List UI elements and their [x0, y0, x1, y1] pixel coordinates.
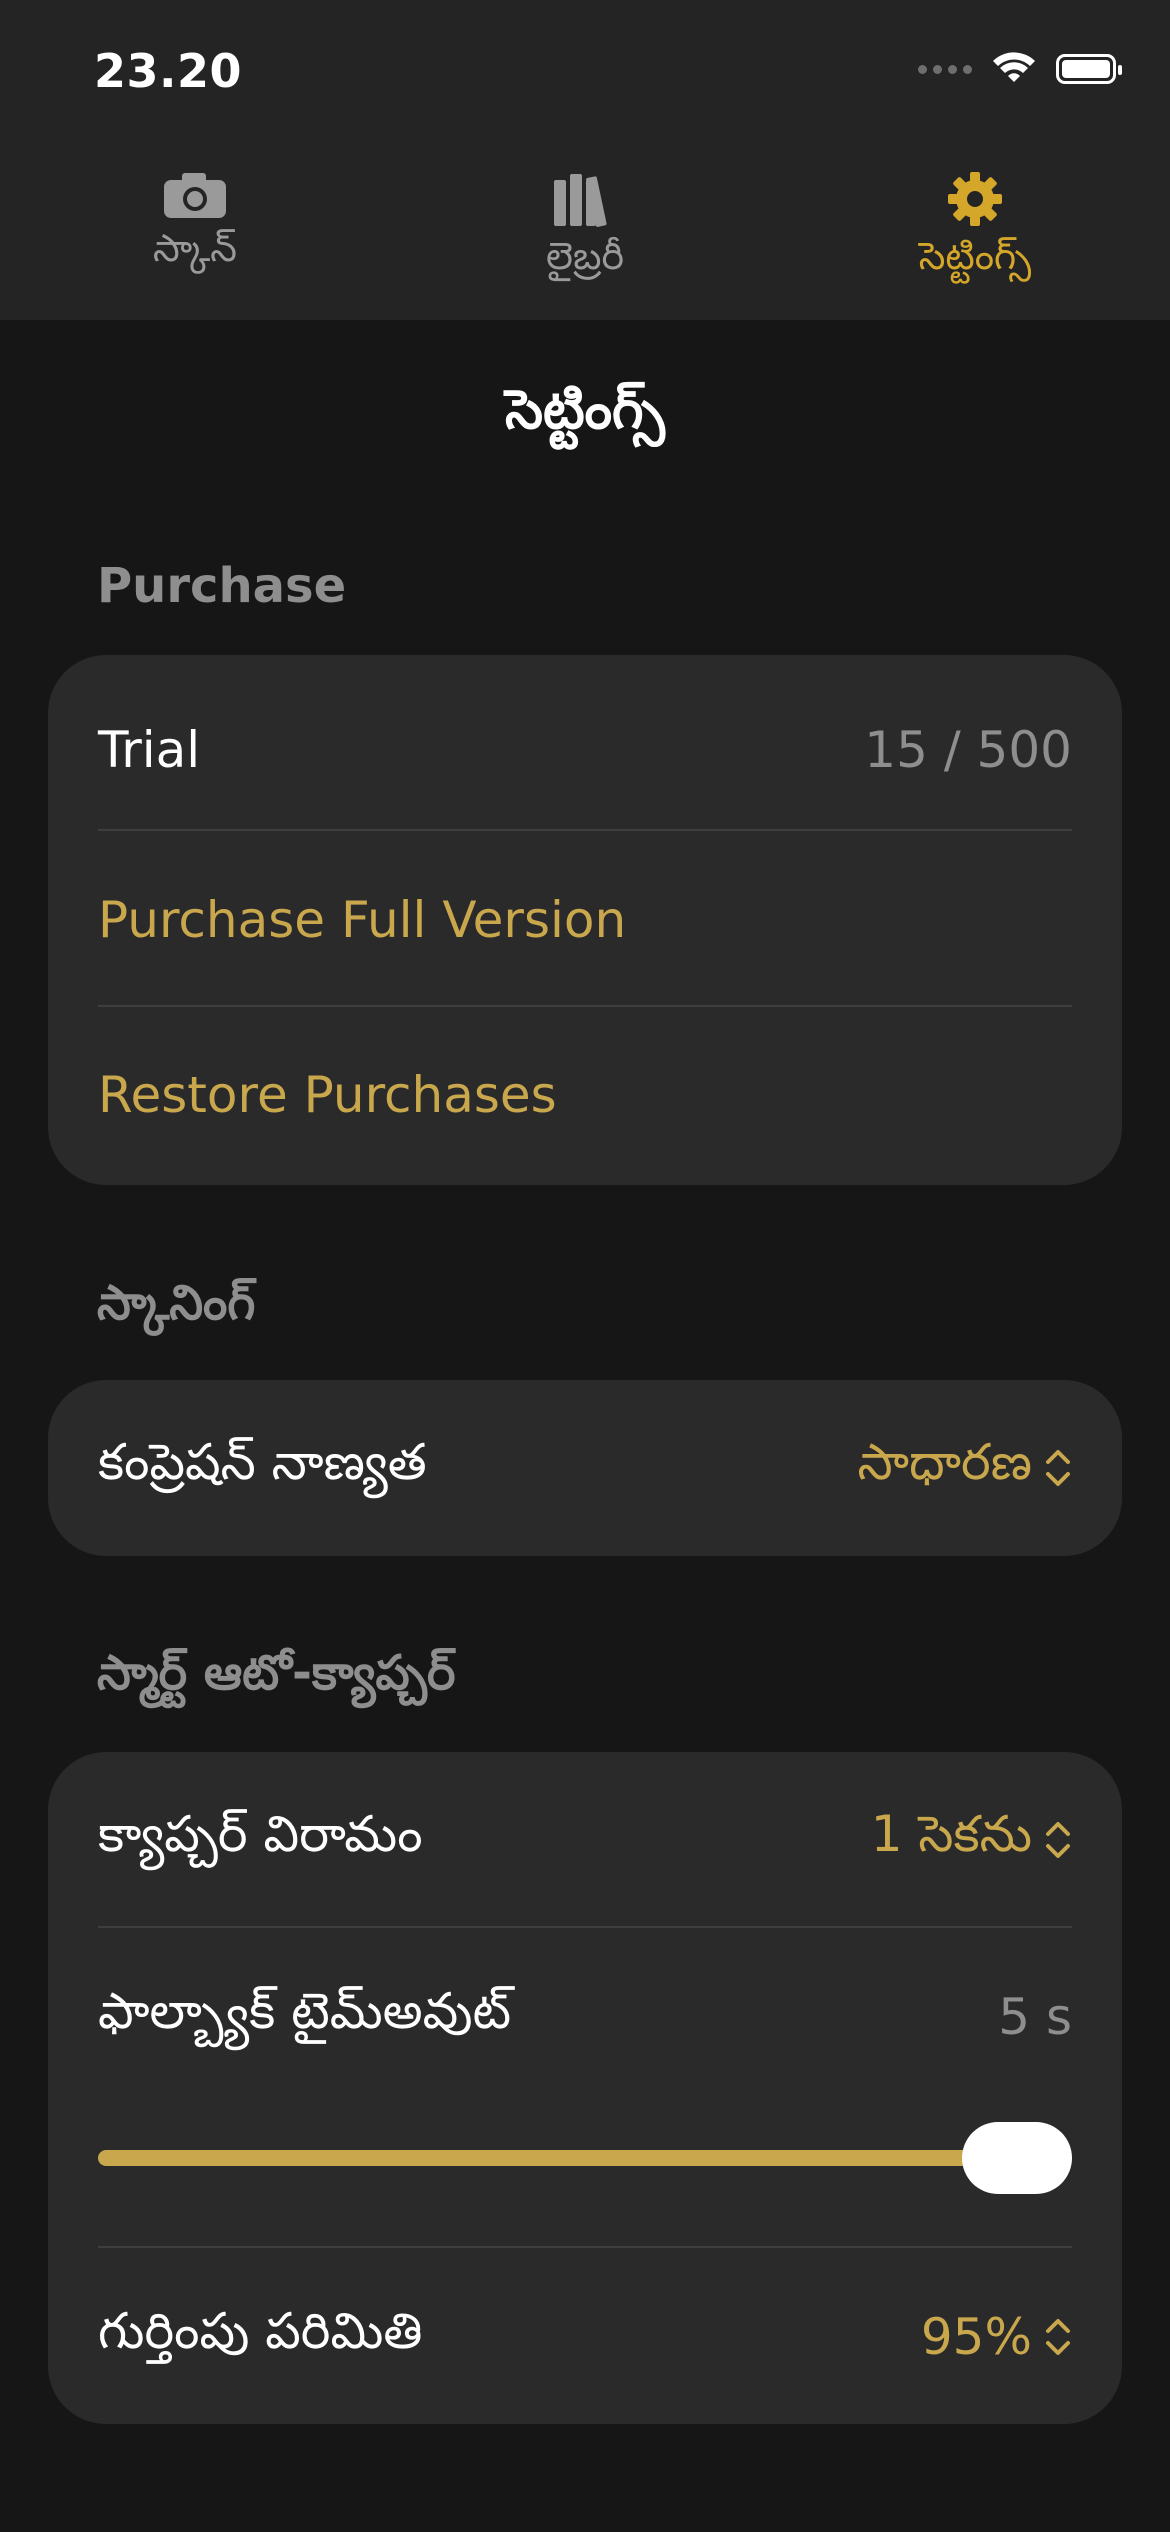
library-icon — [554, 174, 607, 227]
signal-dots-icon — [918, 64, 972, 74]
restore-purchases-label: Restore Purchases — [98, 1066, 557, 1124]
fallback-timeout-slider-thumb[interactable] — [962, 2122, 1072, 2194]
purchase-card: Trial 15 / 500 Purchase Full Version Res… — [48, 655, 1122, 1185]
chevron-up-down-icon — [1046, 2319, 1070, 2355]
purchase-full-version-label: Purchase Full Version — [98, 891, 627, 949]
chevron-up-down-icon — [1046, 1822, 1070, 1858]
tab-scan[interactable]: స్కాన్ — [65, 160, 325, 300]
divider — [98, 1005, 1072, 1007]
auto-capture-section-header: స్మార్ట్ ఆటో-క్యాప్చర్ — [97, 1645, 456, 1701]
compression-quality-label: కంప్రెషన్ నాణ్యత — [98, 1432, 427, 1491]
tab-library-label: లైబ్రరీ — [546, 234, 624, 278]
capture-interval-row[interactable]: క్యాప్చర్ విరామం 1 సెకను — [98, 1795, 1072, 1885]
tab-scan-label: స్కాన్ — [153, 226, 237, 270]
divider — [98, 1926, 1072, 1928]
status-time: 23.20 — [94, 44, 243, 98]
capture-interval-value: 1 సెకను — [870, 1804, 1032, 1863]
trial-row: Trial 15 / 500 — [98, 705, 1072, 795]
fallback-timeout-value: 5 s — [998, 1988, 1072, 2046]
gear-icon — [948, 172, 1002, 226]
compression-quality-picker[interactable]: సాధారణ — [858, 1433, 1073, 1504]
scanning-section-header: స్కానింగ్ — [97, 1275, 256, 1331]
battery-icon — [1056, 54, 1122, 84]
fallback-timeout-row: ఫాల్బ్యాక్ టైమ్‌అవుట్ 5 s — [98, 1972, 1072, 2062]
divider — [98, 2246, 1072, 2248]
trial-label: Trial — [98, 721, 201, 779]
detection-threshold-label: గుర్తింపు పరిమితి — [98, 2301, 423, 2360]
detection-threshold-picker[interactable]: 95% — [921, 2308, 1072, 2366]
fallback-timeout-label: ఫాల్బ్యాక్ టైమ్‌అవుట్ — [98, 1981, 512, 2040]
fallback-timeout-slider-track[interactable] — [98, 2150, 1018, 2166]
wifi-icon — [993, 52, 1035, 82]
auto-capture-card: క్యాప్చర్ విరామం 1 సెకను ఫాల్బ్యాక్ టైమ్… — [48, 1752, 1122, 2424]
purchase-section-header: Purchase — [97, 558, 347, 614]
purchase-full-version-button[interactable]: Purchase Full Version — [98, 875, 1072, 965]
trial-value: 15 / 500 — [864, 721, 1072, 779]
tab-settings[interactable]: సెట్టింగ్స్ — [845, 160, 1105, 300]
restore-purchases-button[interactable]: Restore Purchases — [98, 1050, 1072, 1140]
scanning-card: కంప్రెషన్ నాణ్యత సాధారణ — [48, 1380, 1122, 1556]
tab-library[interactable]: లైబ్రరీ — [455, 160, 715, 300]
detection-threshold-row[interactable]: గుర్తింపు పరిమితి 95% — [98, 2292, 1072, 2382]
camera-icon — [164, 173, 226, 218]
top-bar: 23.20 స్కాన్ లైబ్రరీ సెట్టింగ్స్ — [0, 0, 1170, 320]
page-title: సెట్టింగ్స్ — [505, 378, 665, 441]
compression-quality-row[interactable]: కంప్రెషన్ నాణ్యత సాధారణ — [98, 1423, 1072, 1513]
tab-settings-label: సెట్టింగ్స్ — [918, 234, 1032, 278]
chevron-up-down-icon — [1046, 1450, 1070, 1486]
status-icons — [918, 52, 1122, 86]
detection-threshold-value: 95% — [920, 2308, 1032, 2366]
capture-interval-label: క్యాప్చర్ విరామం — [98, 1804, 423, 1863]
tab-bar: స్కాన్ లైబ్రరీ సెట్టింగ్స్ — [0, 160, 1170, 300]
capture-interval-picker[interactable]: 1 సెకను — [871, 1805, 1072, 1876]
compression-quality-value: సాధారణ — [857, 1432, 1033, 1491]
divider — [98, 829, 1072, 831]
